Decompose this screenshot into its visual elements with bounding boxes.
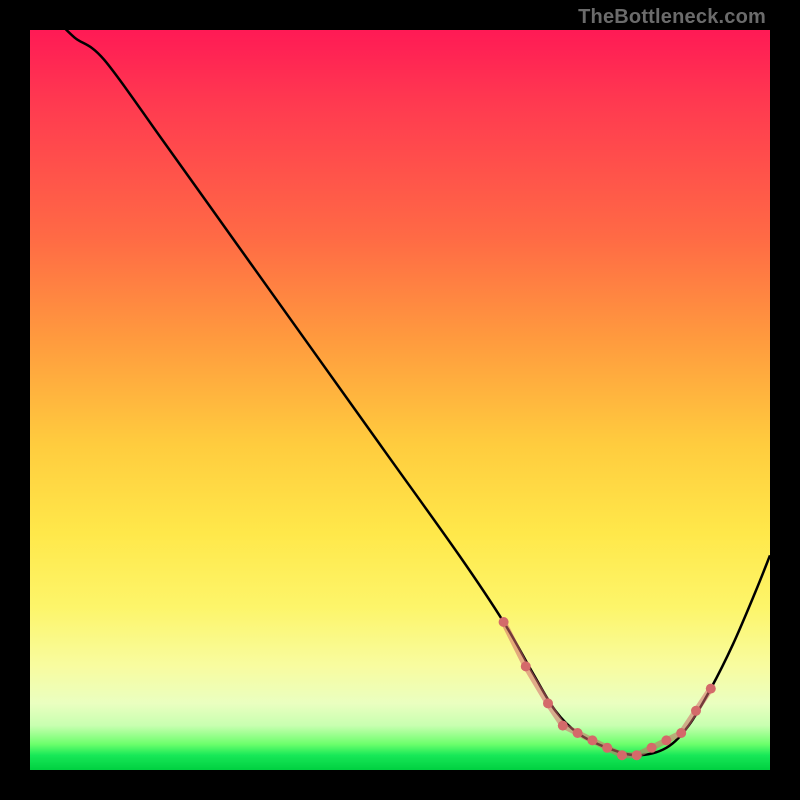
marker-dot <box>676 728 686 738</box>
marker-dot <box>706 684 716 694</box>
marker-dot <box>602 743 612 753</box>
marker-dot <box>499 617 509 627</box>
marker-dot <box>521 661 531 671</box>
marker-dot <box>617 750 627 760</box>
marker-connector <box>526 666 548 703</box>
marker-dot <box>543 698 553 708</box>
marker-dot <box>587 735 597 745</box>
marker-dot <box>647 743 657 753</box>
marker-dot <box>558 721 568 731</box>
watermark-text: TheBottleneck.com <box>578 6 766 29</box>
chart-svg <box>30 30 770 770</box>
marker-dot <box>573 728 583 738</box>
marker-dot <box>661 735 671 745</box>
chart-area <box>30 30 770 770</box>
marker-dot <box>632 750 642 760</box>
bottleneck-curve <box>30 30 770 755</box>
marker-dot <box>691 706 701 716</box>
marker-connector <box>504 622 526 666</box>
